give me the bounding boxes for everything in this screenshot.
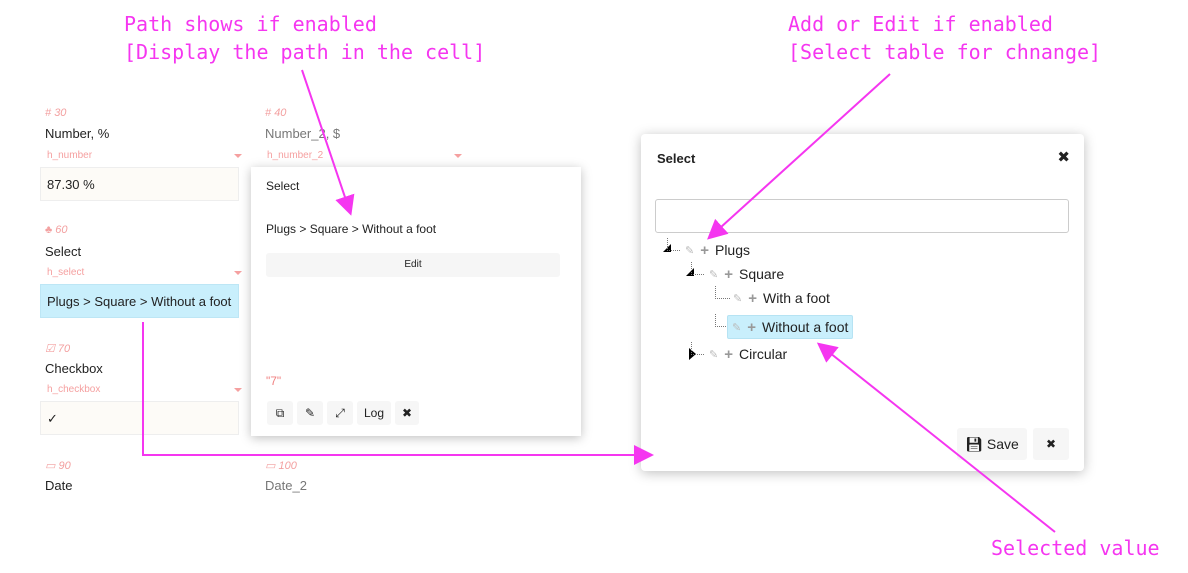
annotation-path-sub: [Display the path in the cell] — [124, 40, 486, 64]
modal-cancel-button[interactable]: ✖ — [1033, 428, 1069, 460]
field-label: Checkbox — [45, 361, 103, 376]
annotation-selected: Selected value — [991, 536, 1160, 560]
field-hint-dropdown[interactable]: h_select — [47, 267, 242, 278]
field-label: Number_2, $ — [265, 126, 341, 141]
expand-icon: ⤢ — [335, 406, 345, 420]
copy-button[interactable]: ⧉ — [267, 401, 293, 425]
close-icon: ✖ — [401, 406, 413, 420]
select-modal: Select ✖ ✎ + Plugs ✎ + Square ✎ + With a foot … — [641, 134, 1084, 471]
edit-icon[interactable]: ✎ — [709, 348, 718, 361]
hash-icon: # — [45, 107, 55, 119]
annotation-path-title: Path shows if enabled — [124, 12, 377, 36]
checkbox-cell[interactable]: ✓ — [40, 401, 239, 435]
tree-icon: ♣ — [45, 224, 56, 236]
tree-search-input[interactable] — [655, 199, 1069, 233]
field-label: Date_2 — [265, 478, 307, 493]
checkbox-icon: ☑ — [45, 343, 58, 355]
caret-down-icon — [234, 271, 242, 279]
popup-path: Plugs > Square > Without a foot — [266, 222, 437, 236]
field-hint-dropdown[interactable]: h_number_2 — [267, 150, 462, 161]
select-cell[interactable]: Plugs > Square > Without a foot — [40, 284, 239, 318]
edit-icon-button[interactable]: ✎ — [297, 401, 323, 425]
modal-title: Select — [657, 151, 696, 166]
edit-icon[interactable]: ✎ — [685, 244, 694, 257]
field-id-90: ▭ 90 — [45, 460, 71, 472]
field-id-100: ▭ 100 — [265, 460, 297, 472]
calendar-icon: ▭ — [45, 460, 59, 472]
edit-icon[interactable]: ✎ — [732, 321, 741, 334]
annotation-add-sub: [Select table for chnange] — [788, 40, 1102, 64]
field-label: Select — [45, 244, 82, 259]
field-hint-dropdown[interactable]: h_number — [47, 150, 242, 161]
caret-down-icon — [234, 154, 242, 162]
tree-node-plugs[interactable]: ✎ + Plugs — [681, 239, 754, 261]
annotation-add-title: Add or Edit if enabled — [788, 12, 1053, 36]
select-popup: Select Plugs > Square > Without a foot E… — [251, 167, 581, 436]
edit-icon[interactable]: ✎ — [709, 268, 718, 281]
plus-icon[interactable]: + — [747, 319, 756, 336]
edit-icon: ✎ — [304, 406, 316, 420]
caret-down-icon — [454, 154, 462, 162]
raw-value: "7" — [266, 374, 282, 388]
copy-icon: ⧉ — [275, 406, 285, 420]
field-id-30: # 30 — [45, 107, 67, 119]
hash-icon: # — [265, 107, 275, 119]
close-button[interactable]: ✖ — [395, 401, 419, 425]
number-cell[interactable]: 87.30 % — [40, 167, 239, 201]
plus-icon[interactable]: + — [748, 290, 757, 307]
tree-node-circular[interactable]: ✎ + Circular — [705, 343, 791, 365]
field-label: Number, % — [45, 126, 110, 141]
popup-title: Select — [266, 179, 300, 193]
field-hint-dropdown[interactable]: h_checkbox — [47, 384, 242, 395]
tree-node-with-a-foot[interactable]: ✎ + With a foot — [729, 287, 834, 309]
modal-close-icon[interactable]: ✖ — [1057, 148, 1070, 166]
plus-icon[interactable]: + — [724, 266, 733, 283]
caret-down-icon — [234, 388, 242, 396]
field-id-60: ♣ 60 — [45, 224, 68, 236]
calendar-icon: ▭ — [265, 460, 279, 472]
field-label: Date — [45, 478, 73, 493]
edit-button[interactable]: Edit — [266, 253, 560, 277]
plus-icon[interactable]: + — [724, 346, 733, 363]
tree-node-without-a-foot[interactable]: ✎ + Without a foot — [727, 315, 854, 339]
tree-node-square[interactable]: ✎ + Square — [705, 263, 788, 285]
save-button[interactable]: 💾︎ Save — [957, 428, 1027, 460]
field-id-40: # 40 — [265, 107, 287, 119]
save-icon: 💾︎ — [965, 436, 987, 452]
field-id-70: ☑ 70 — [45, 343, 71, 355]
edit-icon[interactable]: ✎ — [733, 292, 742, 305]
expand-button[interactable]: ⤢ — [327, 401, 353, 425]
close-icon: ✖ — [1045, 437, 1057, 451]
plus-icon[interactable]: + — [700, 242, 709, 259]
log-button[interactable]: Log — [357, 401, 391, 425]
